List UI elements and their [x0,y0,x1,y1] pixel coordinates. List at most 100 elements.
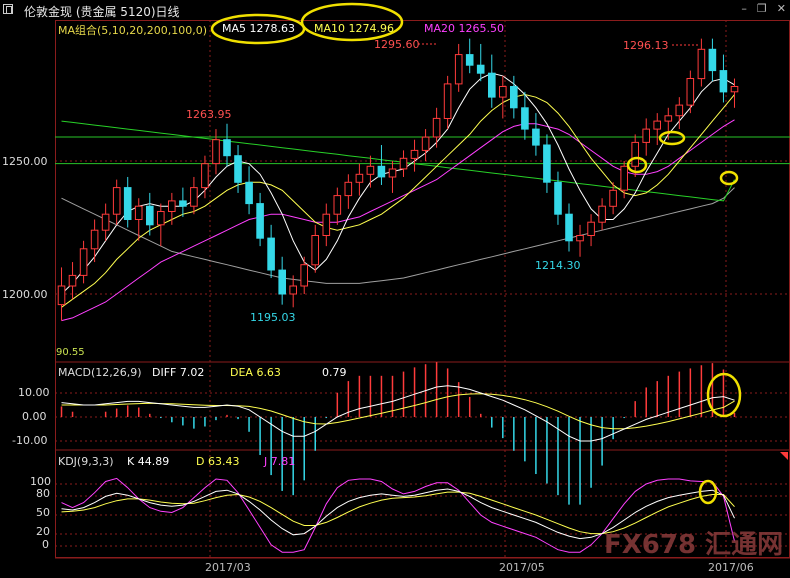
candle-up [421,136,430,151]
candle-up [366,165,375,175]
candle-up [432,117,441,138]
candle-down [719,70,728,93]
dea-line [61,393,735,430]
candle-up [112,187,121,215]
candle-up [68,274,77,287]
candle-up [499,86,507,98]
kdj-d: D 63.43 [196,455,240,468]
candle-up [168,200,176,212]
x-label-2017-05: 2017/05 [499,561,545,574]
macd-value: 0.79 [322,366,347,379]
price-annotation-1295: 1295.60 [374,38,420,51]
macd-dea: DEA 6.63 [230,366,281,379]
kdj-k: K 44.89 [127,455,170,468]
candle-up [212,139,220,165]
candle-down [223,139,231,157]
candle-up [201,163,209,189]
macd-y-tick-0: 0.00 [22,410,47,423]
candle-up [134,205,143,220]
ma10-label: MA10 1274.96 [314,22,394,35]
candle-down [267,237,275,271]
candle-down [488,72,496,98]
candle-up [697,48,706,80]
y-tick-1250: 1250.00 [2,155,48,168]
candle-up [598,205,606,223]
kdj-y-tick-20: 20 [36,525,50,538]
candle-down [234,155,242,183]
candle-up [730,86,739,93]
candle-up [576,235,584,242]
candle-up [675,104,684,117]
candle-down [476,64,485,74]
candle-down [278,269,286,295]
candle-up [300,264,308,287]
candle-up [101,213,110,231]
candle-down [179,200,187,207]
candle-down [256,203,264,239]
candle-up [57,285,66,306]
candle-up [653,120,662,130]
candle-down [521,107,529,130]
candle-up [631,141,640,167]
candle-up [443,83,452,119]
candle-up [664,115,673,122]
candle-up [620,165,629,191]
ma5-label: MA5 1278.63 [222,22,295,35]
candle-up [79,248,88,276]
candle-down [146,205,154,226]
x-label-2017-06: 2017/06 [708,561,754,574]
kdj-y-tick-0: 0 [42,538,49,551]
kdj-label: KDJ(9,3,3) [58,455,114,468]
candle-up [190,187,198,207]
candle-down [510,86,518,109]
ma-combo-label: MA组合(5,10,20,200,100,0) [58,24,208,37]
candle-up [344,181,353,197]
highlight-point-2 [658,130,686,146]
price-annotation-1263: 1263.95 [186,108,232,121]
price-annotation-1214: 1214.30 [535,259,581,272]
corner-value: 90.55 [56,347,85,358]
macd-y-tick-neg10: -10.00 [12,434,48,447]
candle-down [554,181,562,215]
candle-up [587,221,595,236]
candle-up [333,195,342,215]
candle-up [454,54,463,85]
candle-up [686,78,695,106]
highlight-point-3 [719,170,739,186]
candle-down [532,128,540,146]
x-label-2017-03: 2017/03 [205,561,251,574]
candle-down [377,165,386,178]
watermark: FX678 汇通网 [604,530,784,560]
candle-up [399,157,408,170]
kdj-y-tick-50: 50 [36,506,50,519]
candle-up [410,149,419,159]
candle-up [355,173,364,183]
ma10-line [61,93,735,308]
y-tick-1200: 1200.00 [2,288,48,301]
candle-down [465,54,474,66]
kdj-y-tick-80: 80 [36,487,50,500]
candle-up [609,189,617,207]
kdj-corner-marker [780,452,788,460]
candle-down [708,48,717,72]
price-annotation-1195: 1195.03 [250,311,296,324]
kdj-j: J 7.81 [264,455,296,468]
macd-label: MACD(12,26,9) [58,366,142,379]
candle-down [565,213,573,242]
candle-up [289,285,297,295]
candlestick-chart[interactable] [0,0,790,578]
candle-up [157,211,165,226]
diff-line [61,385,735,442]
ma20-label: MA20 1265.50 [424,22,504,35]
candle-up [642,128,651,143]
macd-y-tick-10: 10.00 [18,386,50,399]
candle-down [543,144,551,183]
highlight-kdj [698,479,718,505]
candle-up [322,213,331,236]
price-annotation-1296: 1296.13 [623,39,669,52]
candle-up [311,235,319,266]
candle-up [90,229,99,250]
candle-down [245,181,253,205]
candle-down [123,187,132,221]
candle-up [388,168,397,178]
